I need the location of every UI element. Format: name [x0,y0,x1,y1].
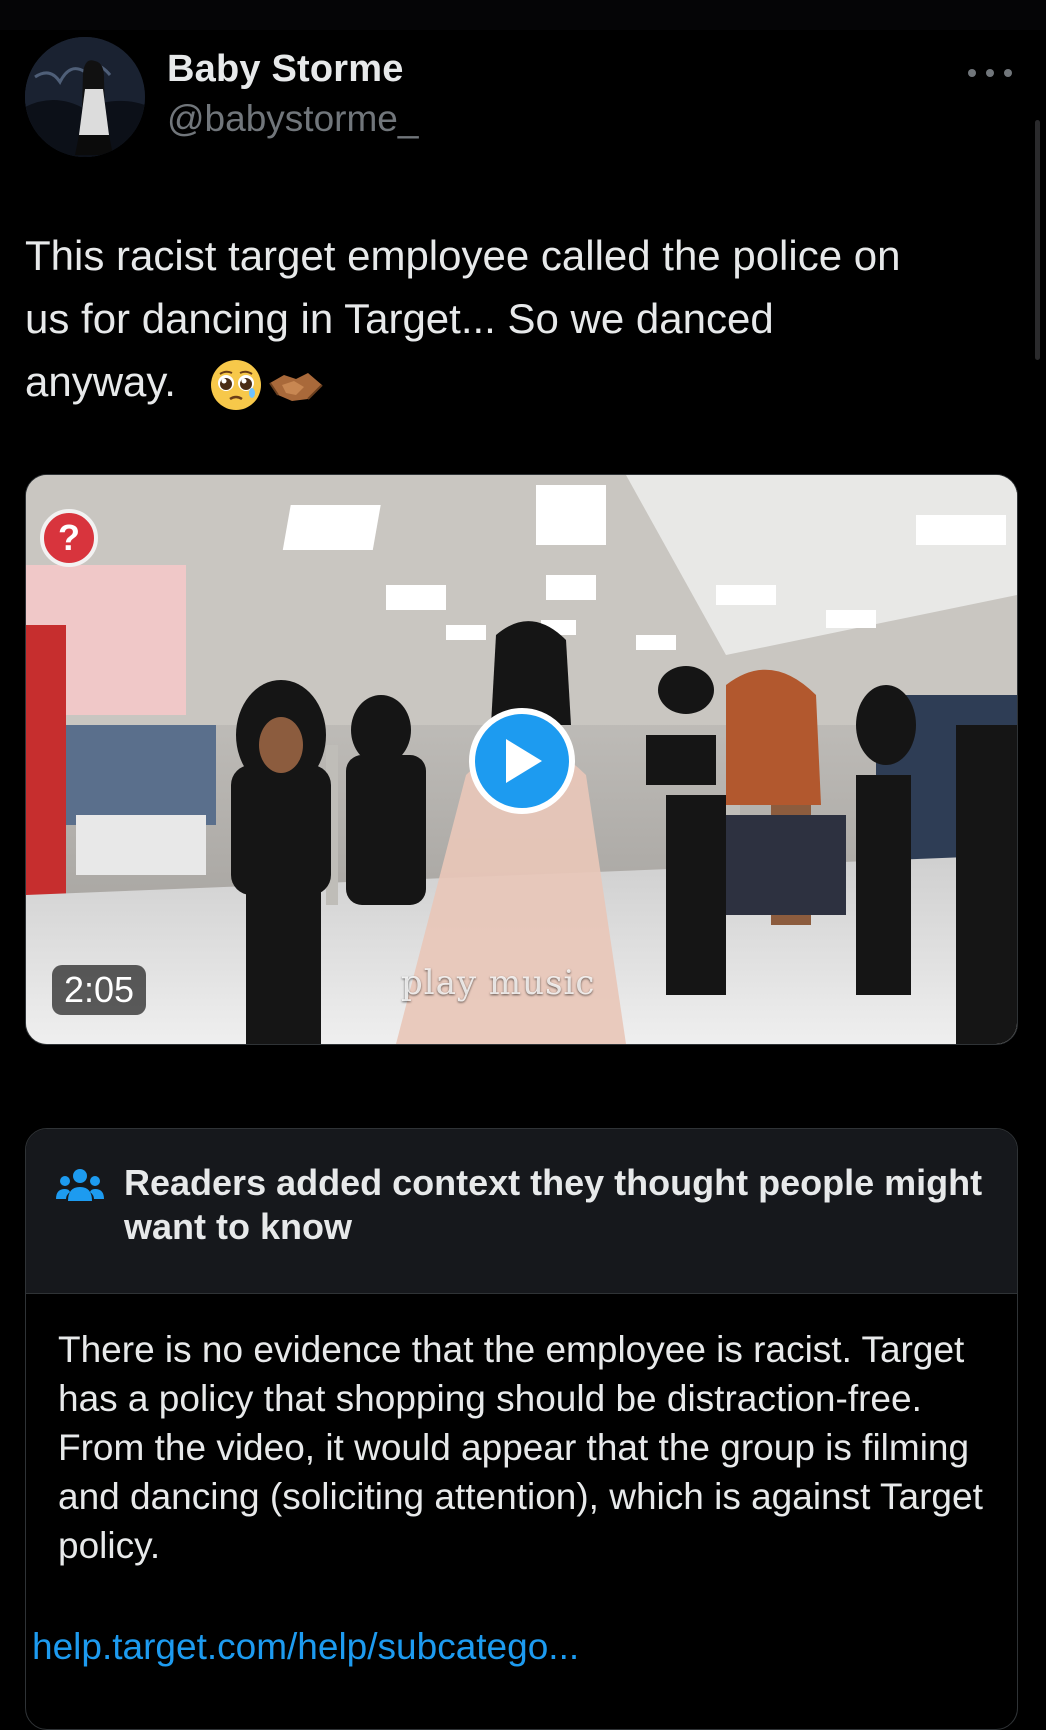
more-dot [968,69,976,77]
video-duration: 2:05 [52,965,147,1015]
avatar[interactable] [25,37,145,157]
help-badge[interactable]: ? [40,509,98,567]
pleading-face-emoji [211,360,261,410]
play-button[interactable] [469,708,575,814]
user-handle[interactable]: @babystorme_ [167,98,418,140]
community-note-header[interactable]: Readers added context they thought peopl… [26,1129,1017,1294]
community-note-link[interactable]: help.target.com/help/subcatego... [32,1626,579,1668]
handshake-emoji [269,373,323,401]
more-dot [1004,69,1012,77]
status-strip [0,0,1046,30]
more-horizontal-icon[interactable] [968,56,1012,90]
scrollbar[interactable] [1035,120,1040,360]
video-player[interactable]: ? 2:05 play music [25,474,1018,1045]
people-icon [56,1169,104,1201]
community-note-body: There is no evidence that the employee i… [58,1329,983,1566]
community-note-title: Readers added context they thought peopl… [124,1162,983,1247]
video-caption-overlay: play music [401,963,596,1003]
play-icon [506,739,542,783]
emoji-group [208,355,328,415]
avatar-image [25,37,145,157]
more-dot [986,69,994,77]
tweet-text: This racist target employee called the p… [25,232,901,405]
display-name[interactable]: Baby Storme [167,48,404,91]
